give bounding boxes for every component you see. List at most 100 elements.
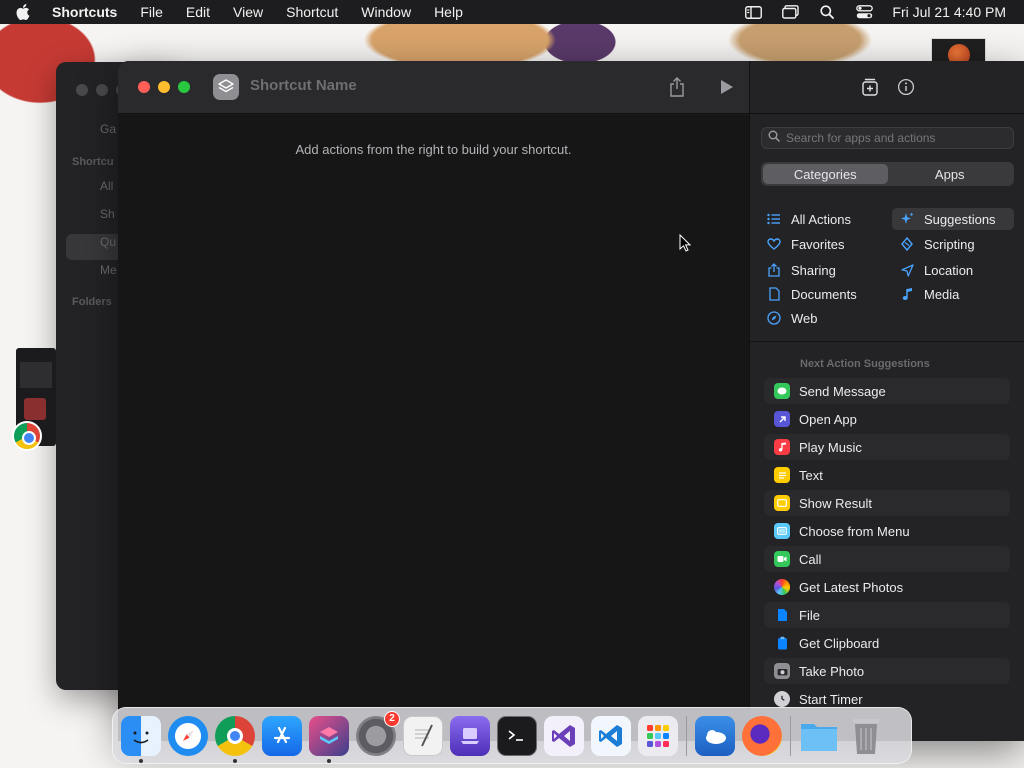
sidebar-icon[interactable] bbox=[744, 4, 762, 20]
menu-app-name[interactable]: Shortcuts bbox=[52, 4, 117, 20]
category-label: Favorites bbox=[791, 236, 845, 252]
library-sidebar-item-quick[interactable]: Qu bbox=[100, 235, 116, 249]
share-icon[interactable] bbox=[666, 75, 688, 99]
dock: 2 bbox=[112, 707, 912, 764]
play-icon[interactable] bbox=[716, 75, 738, 99]
category-scripting[interactable]: Scripting bbox=[898, 233, 975, 255]
dock-separator bbox=[790, 715, 791, 756]
menu-bar-clock[interactable]: Fri Jul 21 4:40 PM bbox=[892, 4, 1006, 20]
safari-icon[interactable] bbox=[168, 715, 208, 756]
suggestion-get-clipboard[interactable]: Get Clipboard bbox=[764, 630, 1010, 656]
library-section-folders: Folders bbox=[72, 296, 112, 308]
suggestion-take-photo[interactable]: Take Photo bbox=[764, 658, 1010, 684]
chrome-icon[interactable] bbox=[215, 715, 255, 763]
launchpad-icon[interactable] bbox=[638, 715, 678, 756]
library-mode-control[interactable]: Categories Apps bbox=[761, 162, 1014, 186]
suggestion-show-result[interactable]: Show Result bbox=[764, 490, 1010, 516]
menu-help[interactable]: Help bbox=[434, 4, 463, 20]
document-icon bbox=[765, 286, 783, 302]
category-web[interactable]: Web bbox=[765, 307, 818, 329]
action-search-input[interactable] bbox=[786, 131, 1006, 145]
search-icon[interactable] bbox=[818, 4, 836, 20]
info-icon[interactable] bbox=[895, 76, 917, 98]
menu-edit[interactable]: Edit bbox=[186, 4, 210, 20]
action-search-field[interactable] bbox=[761, 127, 1014, 149]
menu-bar: Shortcuts File Edit View Shortcut Window… bbox=[0, 0, 1024, 24]
control-center-icon[interactable] bbox=[855, 4, 873, 20]
shortcuts-icon[interactable] bbox=[309, 715, 349, 763]
dock-separator bbox=[686, 715, 687, 756]
suggestions-heading: Next Action Suggestions bbox=[800, 358, 930, 370]
simulator-icon[interactable] bbox=[450, 715, 490, 756]
suggestion-label: Choose from Menu bbox=[799, 523, 910, 539]
category-favorites[interactable]: Favorites bbox=[765, 233, 844, 255]
suggestion-label: Take Photo bbox=[799, 663, 865, 679]
show-result-icon bbox=[774, 495, 790, 511]
apple-logo-icon[interactable] bbox=[16, 4, 38, 20]
action-library-icon[interactable] bbox=[859, 76, 881, 98]
window-switch-icon[interactable] bbox=[781, 4, 799, 20]
category-label: Scripting bbox=[924, 236, 975, 252]
clipboard-icon bbox=[774, 635, 790, 651]
suggestion-send-message[interactable]: Send Message bbox=[764, 378, 1010, 404]
finder-icon[interactable] bbox=[121, 715, 161, 763]
zoom-window-button[interactable] bbox=[178, 81, 190, 93]
category-media[interactable]: Media bbox=[898, 283, 959, 305]
weather-icon[interactable] bbox=[695, 715, 735, 756]
suggestion-file[interactable]: File bbox=[764, 602, 1010, 628]
trash-icon[interactable] bbox=[846, 716, 886, 756]
menu-window[interactable]: Window bbox=[361, 4, 411, 20]
notification-badge: 2 bbox=[384, 710, 400, 727]
library-sidebar-item-all[interactable]: All bbox=[100, 179, 113, 193]
phone-icon bbox=[774, 551, 790, 567]
terminal-icon[interactable] bbox=[497, 715, 537, 756]
library-sidebar-item-share[interactable]: Sh bbox=[100, 207, 115, 221]
category-sharing[interactable]: Sharing bbox=[765, 259, 836, 281]
text-icon bbox=[774, 467, 790, 483]
category-label: Media bbox=[924, 286, 960, 302]
suggestion-play-music[interactable]: Play Music bbox=[764, 434, 1010, 460]
menu-view[interactable]: View bbox=[233, 4, 263, 20]
category-all-actions[interactable]: All Actions bbox=[765, 208, 851, 230]
suggestion-label: Get Latest Photos bbox=[799, 579, 904, 595]
shortcut-glyph-icon[interactable] bbox=[213, 74, 239, 100]
heart-icon bbox=[765, 236, 783, 252]
suggestion-label: Play Music bbox=[799, 439, 862, 455]
category-location[interactable]: Location bbox=[898, 259, 973, 281]
system-settings-icon[interactable]: 2 bbox=[356, 710, 400, 756]
textedit-icon[interactable] bbox=[403, 715, 443, 756]
tab-categories[interactable]: Categories bbox=[763, 164, 888, 184]
category-documents[interactable]: Documents bbox=[765, 283, 857, 305]
menu-file[interactable]: File bbox=[140, 4, 163, 20]
firefox-icon[interactable] bbox=[742, 715, 782, 756]
suggestion-choose-from-menu[interactable]: Choose from Menu bbox=[764, 518, 1010, 544]
app-store-icon[interactable] bbox=[262, 715, 302, 756]
share-icon bbox=[765, 262, 783, 278]
vscode-icon[interactable] bbox=[591, 715, 631, 756]
library-sidebar-item-gallery[interactable]: Ga bbox=[100, 122, 116, 136]
visual-studio-icon[interactable] bbox=[544, 715, 584, 756]
suggestion-get-latest-photos[interactable]: Get Latest Photos bbox=[764, 574, 1010, 600]
suggestion-text[interactable]: Text bbox=[764, 462, 1010, 488]
suggestion-label: Get Clipboard bbox=[799, 635, 880, 651]
list-icon bbox=[765, 211, 783, 227]
category-label: Sharing bbox=[791, 262, 836, 278]
suggestion-call[interactable]: Call bbox=[764, 546, 1010, 572]
minimize-window-button[interactable] bbox=[158, 81, 170, 93]
suggestion-label: Text bbox=[799, 467, 823, 483]
shortcut-name-field[interactable]: Shortcut Name bbox=[250, 77, 357, 94]
tab-apps[interactable]: Apps bbox=[888, 164, 1013, 184]
category-suggestions[interactable]: Suggestions bbox=[892, 208, 1014, 230]
close-window-button[interactable] bbox=[138, 81, 150, 93]
suggestion-open-app[interactable]: Open App bbox=[764, 406, 1010, 432]
music-icon bbox=[774, 439, 790, 455]
location-arrow-icon bbox=[898, 262, 916, 278]
library-sidebar-item-menu[interactable]: Me bbox=[100, 263, 117, 277]
timer-icon bbox=[774, 691, 790, 707]
menu-shortcut[interactable]: Shortcut bbox=[286, 4, 338, 20]
library-selected-row bbox=[66, 234, 126, 260]
chrome-icon[interactable] bbox=[12, 421, 42, 451]
downloads-folder-icon[interactable] bbox=[799, 716, 839, 756]
category-label: All Actions bbox=[791, 211, 851, 227]
shortcut-canvas[interactable]: Add actions from the right to build your… bbox=[118, 115, 749, 741]
